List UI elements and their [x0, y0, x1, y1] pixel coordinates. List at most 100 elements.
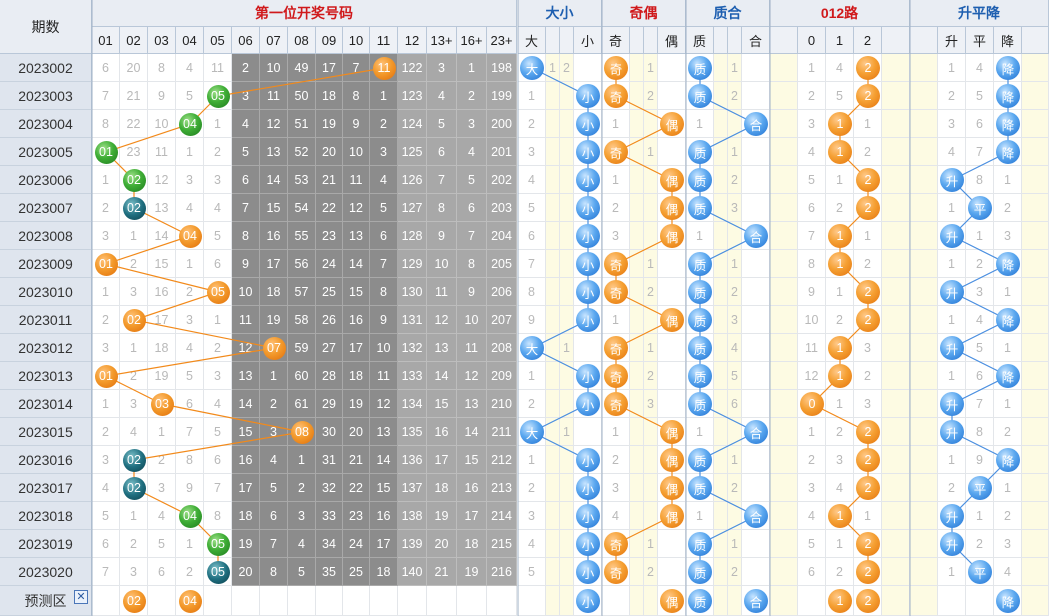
pc-ball: 质	[688, 532, 712, 556]
bs-cell: 4	[518, 530, 546, 558]
num-cell-02: 2	[120, 250, 148, 278]
r-cell	[882, 502, 910, 530]
ud-ball: 升	[940, 420, 964, 444]
r-cell	[798, 586, 826, 616]
r-cell	[882, 530, 910, 558]
r-cell	[770, 502, 798, 530]
pc-ball: 质	[688, 364, 712, 388]
num-cell-13+: 10	[427, 250, 457, 278]
oe-cell	[658, 250, 686, 278]
r-cell: 1	[826, 166, 854, 194]
ud-cell: 7	[966, 390, 994, 418]
bs-cell: 4	[518, 166, 546, 194]
ud-cell: 1	[994, 334, 1022, 362]
ud-cell: 2	[994, 418, 1022, 446]
num-cell-02: 21	[120, 82, 148, 110]
period-cell: 2023018	[0, 502, 92, 530]
pc-cell: 2	[728, 558, 742, 586]
r-cell	[882, 418, 910, 446]
num-cell-01: 6	[92, 54, 120, 82]
road-ball: 1	[828, 112, 852, 136]
bs-cell	[560, 110, 574, 138]
bs-cell	[518, 586, 546, 616]
num-cell-03: 12	[148, 166, 176, 194]
ud-cell: 2	[938, 82, 966, 110]
bs-cell	[546, 82, 560, 110]
close-predict-icon[interactable]: ✕	[74, 590, 88, 604]
bs-cell	[560, 306, 574, 334]
num-cell-12: 125	[398, 138, 427, 166]
col-header-updown-2: 平	[966, 27, 994, 54]
num-cell-09: 31	[316, 446, 343, 474]
bs-ball: 小	[576, 364, 600, 388]
ud-ball: 平	[968, 196, 992, 220]
num-cell-04: 1	[176, 138, 204, 166]
r-cell: 2	[854, 362, 882, 390]
oe-cell	[644, 502, 658, 530]
num-cell-01: 5	[92, 502, 120, 530]
num-cell-12: 130	[398, 278, 427, 306]
num-cell-06: 6	[232, 166, 260, 194]
num-cell-04: 6	[176, 390, 204, 418]
bs-cell	[560, 138, 574, 166]
number-ball: 05	[206, 532, 230, 556]
num-cell-23+: 199	[487, 82, 517, 110]
ud-cell: 4	[994, 558, 1022, 586]
num-cell-12: 131	[398, 306, 427, 334]
num-cell-12: 133	[398, 362, 427, 390]
r-cell: 2	[854, 250, 882, 278]
num-cell-05: 2	[204, 334, 232, 362]
num-cell-12: 124	[398, 110, 427, 138]
ud-cell: 1	[938, 558, 966, 586]
oe-ball: 偶	[660, 224, 684, 248]
num-cell-02: 4	[120, 418, 148, 446]
ud-cell: 2	[994, 194, 1022, 222]
r-cell	[770, 558, 798, 586]
num-cell-03: 4	[148, 502, 176, 530]
road-ball: 1	[828, 336, 852, 360]
oe-ball: 奇	[604, 532, 628, 556]
num-cell-06: 10	[232, 278, 260, 306]
ud-cell: 3	[994, 222, 1022, 250]
pc-cell: 4	[728, 334, 742, 362]
bs-cell: 2	[560, 54, 574, 82]
num-cell-06: 9	[232, 250, 260, 278]
oe-cell	[630, 446, 644, 474]
num-cell-06: 13	[232, 362, 260, 390]
num-cell-11: 15	[370, 474, 398, 502]
num-cell-16+: 12	[457, 362, 487, 390]
num-cell-12: 138	[398, 502, 427, 530]
r-cell: 1	[854, 110, 882, 138]
oe-cell	[630, 334, 644, 362]
num-cell-11: 13	[370, 418, 398, 446]
bs-ball: 大	[520, 420, 544, 444]
number-ball: 04	[178, 504, 202, 528]
r-cell: 11	[798, 334, 826, 362]
ud-cell	[910, 530, 938, 558]
r-cell: 12	[798, 362, 826, 390]
bs-cell	[546, 558, 560, 586]
num-cell-03: 16	[148, 278, 176, 306]
num-cell-16+	[457, 586, 487, 616]
road-ball: 1	[828, 589, 852, 613]
pc-ball: 质	[688, 336, 712, 360]
num-cell-10: 15	[343, 278, 370, 306]
pc-cell: 1	[728, 138, 742, 166]
r-cell	[882, 474, 910, 502]
r-cell	[882, 222, 910, 250]
r-cell	[770, 278, 798, 306]
num-cell-01: 8	[92, 110, 120, 138]
num-cell-06: 19	[232, 530, 260, 558]
number-ball: 04	[178, 589, 202, 613]
bs-cell	[546, 194, 560, 222]
num-cell-10: 17	[343, 334, 370, 362]
col-header-updown-4	[1022, 27, 1049, 54]
pc-cell	[728, 502, 742, 530]
num-cell-01: 2	[92, 306, 120, 334]
num-cell-08: 53	[288, 166, 316, 194]
oe-cell	[658, 138, 686, 166]
oe-cell	[644, 586, 658, 616]
num-cell-08: 59	[288, 334, 316, 362]
r-cell	[882, 446, 910, 474]
pc-cell	[742, 54, 770, 82]
